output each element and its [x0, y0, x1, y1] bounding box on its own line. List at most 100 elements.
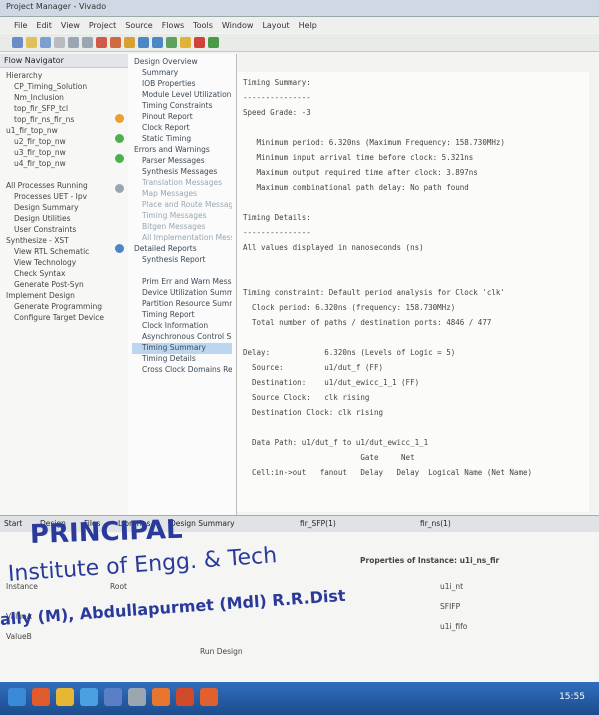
zoom-in-icon[interactable] [138, 37, 149, 48]
tree-item[interactable]: u3_fir_top_nw [4, 148, 124, 159]
tree-item[interactable]: u1_fir_top_nw [4, 126, 124, 137]
save-icon[interactable] [40, 37, 51, 48]
summary-nav-item[interactable]: IOB Properties [132, 79, 232, 90]
tree-item[interactable]: User Constraints [4, 225, 124, 236]
tree-item[interactable]: Hierarchy [4, 71, 124, 82]
summary-nav-item[interactable]: Map Messages [132, 189, 232, 200]
menu-item[interactable]: Tools [193, 21, 213, 30]
summary-nav-item[interactable]: Timing Summary [132, 343, 232, 354]
report-line: Maximum combinational path delay: No pat… [243, 183, 469, 192]
tree-item[interactable]: Configure Target Device [4, 313, 124, 324]
tree-item[interactable]: Design Utilities [4, 214, 124, 225]
property-value: u1i_fifo [440, 622, 468, 631]
summary-nav-item[interactable]: Summary [132, 68, 232, 79]
summary-nav-item[interactable]: Detailed Reports [132, 244, 232, 255]
summary-nav-item[interactable]: Design Overview [132, 57, 232, 68]
xilinx-icon[interactable] [152, 688, 170, 706]
tree-item[interactable]: All Processes Running [4, 181, 124, 192]
summary-nav-item[interactable]: Timing Details [132, 354, 232, 365]
summary-nav-item[interactable]: Translation Messages [132, 178, 232, 189]
app-icon[interactable] [176, 688, 194, 706]
start-icon[interactable] [8, 688, 26, 706]
menu-item[interactable]: Flows [162, 21, 184, 30]
tree-item[interactable]: Check Syntax [4, 269, 124, 280]
app-icon[interactable] [128, 688, 146, 706]
property-label: Root [110, 582, 127, 591]
summary-nav-item[interactable]: Cross Clock Domains Report [132, 365, 232, 376]
menu-item[interactable]: View [61, 21, 80, 30]
undo-icon[interactable] [96, 37, 107, 48]
tree-item[interactable]: Synthesize - XST [4, 236, 124, 247]
summary-nav-item[interactable] [132, 266, 232, 277]
summary-nav-item[interactable]: Errors and Warnings [132, 145, 232, 156]
app-icon[interactable] [32, 688, 50, 706]
key-icon[interactable] [180, 37, 191, 48]
tree-item[interactable]: Design Summary [4, 203, 124, 214]
open-folder-icon[interactable] [26, 37, 37, 48]
clock: 15:55 [559, 692, 585, 702]
menu-item[interactable]: Window [222, 21, 254, 30]
summary-nav-item[interactable]: Pinout Report [132, 112, 232, 123]
menu-item[interactable]: Help [299, 21, 317, 30]
summary-nav-item[interactable]: Timing Constraints [132, 101, 232, 112]
tree-item[interactable]: Implement Design [4, 291, 124, 302]
redo-icon[interactable] [110, 37, 121, 48]
property-value: SFIFP [440, 602, 461, 611]
app-icon[interactable] [200, 688, 218, 706]
implement-icon[interactable] [208, 37, 219, 48]
zoom-out-icon[interactable] [152, 37, 163, 48]
tree-item[interactable]: View Technology [4, 258, 124, 269]
summary-nav-item[interactable]: Asynchronous Control Signals [132, 332, 232, 343]
menu-item[interactable]: Source [125, 21, 152, 30]
tree-item[interactable]: u2_fir_top_nw [4, 137, 124, 148]
summary-nav-item[interactable]: Module Level Utilization [132, 90, 232, 101]
report-line: Timing Details: [243, 213, 311, 222]
tree-item[interactable]: Processes UET - Ipv [4, 192, 124, 203]
tree-item[interactable]: u4_fir_top_nw [4, 159, 124, 170]
ie-icon[interactable] [80, 688, 98, 706]
summary-nav-item[interactable]: All Implementation Messages [132, 233, 232, 244]
run-icon[interactable] [166, 37, 177, 48]
summary-nav-item[interactable]: Static Timing [132, 134, 232, 145]
summary-nav-item[interactable]: Place and Route Messages [132, 200, 232, 211]
stop-icon[interactable] [194, 37, 205, 48]
tree-item[interactable]: Generate Programming [4, 302, 124, 313]
summary-nav-item[interactable]: Partition Resource Summary [132, 299, 232, 310]
report-line: Data Path: u1/dut_f to u1/dut_ewicc_1_1 [243, 438, 429, 447]
tab[interactable]: fir_SFP(1) [300, 519, 336, 528]
summary-nav-item[interactable]: Clock Information [132, 321, 232, 332]
app-icon[interactable] [104, 688, 122, 706]
find-icon[interactable] [124, 37, 135, 48]
menu-item[interactable]: Edit [36, 21, 52, 30]
menu-item[interactable]: Project [89, 21, 116, 30]
summary-nav-item[interactable]: Prim Err and Warn Messages [132, 277, 232, 288]
tree-item[interactable]: top_fir_SFP_tcl [4, 104, 124, 115]
menu-item[interactable]: File [14, 21, 27, 30]
run-design-link[interactable]: Run Design [200, 647, 243, 656]
menu-item[interactable]: Layout [262, 21, 289, 30]
flow-navigator-panel: Flow Navigator Hierarchy CP_Timing_Soluti… [0, 54, 129, 534]
tree-item[interactable]: Generate Post-Syn [4, 280, 124, 291]
tab[interactable]: fir_ns(1) [420, 519, 451, 528]
tree-item[interactable] [4, 170, 124, 181]
copy-icon[interactable] [82, 37, 93, 48]
summary-nav-item[interactable]: Timing Report [132, 310, 232, 321]
hierarchy-tree: Hierarchy CP_Timing_Solution Nm_Inclusion t… [0, 68, 128, 327]
summary-nav-item[interactable]: Device Utilization Summary [132, 288, 232, 299]
summary-nav-item[interactable]: Timing Messages [132, 211, 232, 222]
summary-nav-item[interactable]: Synthesis Messages [132, 167, 232, 178]
summary-nav-item[interactable]: Synthesis Report [132, 255, 232, 266]
folder-icon[interactable] [56, 688, 74, 706]
tree-item[interactable]: CP_Timing_Solution [4, 82, 124, 93]
tree-item[interactable]: View RTL Schematic [4, 247, 124, 258]
summary-nav-item[interactable]: Clock Report [132, 123, 232, 134]
tab[interactable]: Start [4, 519, 22, 528]
print-icon[interactable] [54, 37, 65, 48]
tree-item[interactable]: Nm_Inclusion [4, 93, 124, 104]
summary-nav-item[interactable]: Bitgen Messages [132, 222, 232, 233]
cut-icon[interactable] [68, 37, 79, 48]
summary-nav-item[interactable]: Parser Messages [132, 156, 232, 167]
report-line: All values displayed in nanoseconds (ns) [243, 243, 424, 252]
tree-item[interactable]: top_fir_ns_fir_ns [4, 115, 124, 126]
new-file-icon[interactable] [12, 37, 23, 48]
